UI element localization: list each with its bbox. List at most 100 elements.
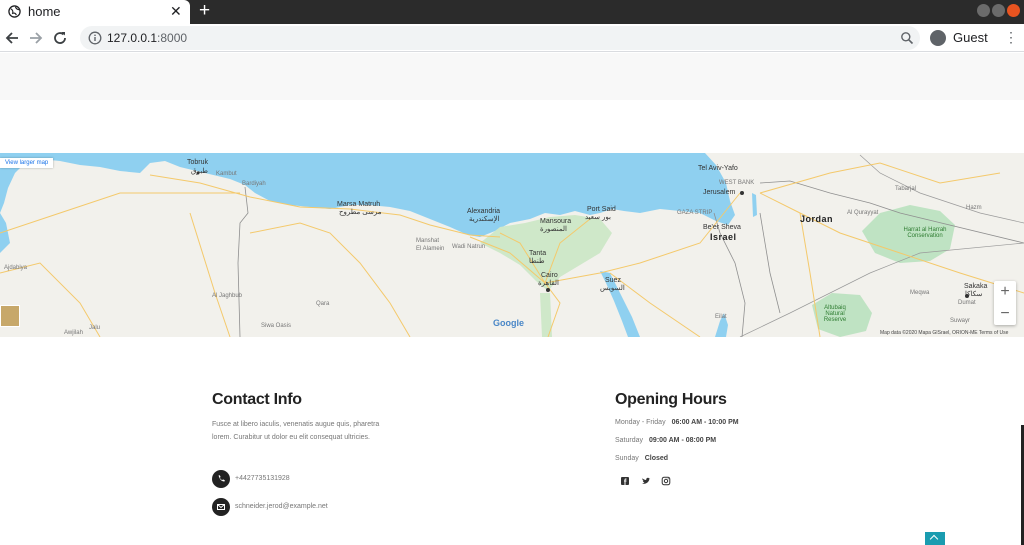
map-label-tel-aviv: Tel Aviv-Yafo bbox=[698, 165, 738, 172]
map-label-manshat: Manshat bbox=[416, 238, 440, 244]
map-label-israel: Israel bbox=[710, 232, 737, 242]
google-logo: Google bbox=[493, 318, 524, 328]
browser-toolbar: 127.0.0.1:8000 Guest ⋮ bbox=[0, 24, 1024, 52]
hours-row: Saturday 09:00 AM - 08:00 PM bbox=[615, 437, 716, 444]
map-label-harrat: Harrat al Harrah Conservation bbox=[903, 227, 947, 239]
guest-avatar-icon bbox=[930, 30, 946, 46]
mediterranean-sea bbox=[0, 153, 735, 237]
map-label-marsa-matruh: Marsa Matruh bbox=[337, 201, 381, 208]
map-label-suez: Suez bbox=[605, 277, 621, 284]
chevron-up-icon bbox=[929, 534, 939, 544]
map-label-suez-ar: السويس bbox=[600, 285, 625, 292]
contact-email[interactable]: schneider.jerod@example.net bbox=[235, 503, 328, 510]
back-arrow-icon[interactable] bbox=[3, 29, 21, 47]
address-bar[interactable]: 127.0.0.1:8000 bbox=[80, 26, 920, 50]
map-label-awjila: Awjilah bbox=[64, 330, 83, 336]
map-label-mansoura-ar: المنصورة bbox=[540, 226, 567, 233]
close-window-button[interactable] bbox=[1007, 4, 1020, 17]
satellite-toggle[interactable] bbox=[0, 305, 20, 327]
libya-egypt-border bbox=[237, 186, 249, 337]
map-label-tobruk: Tobruk bbox=[187, 159, 209, 166]
map-label-bardiyah: Bardiyah bbox=[242, 181, 266, 187]
browser-tab-bar: home ✕ + bbox=[0, 0, 1024, 24]
contact-phone[interactable]: +4427735131928 bbox=[235, 475, 290, 482]
map-label-mansoura: Mansoura bbox=[540, 218, 572, 225]
opening-hours-title: Opening Hours bbox=[615, 391, 727, 408]
map-label-kambut: Kambut bbox=[216, 171, 237, 177]
map-label-tobruk-ar: طبرق bbox=[191, 168, 208, 175]
dead-sea bbox=[752, 193, 757, 217]
top-section-band bbox=[0, 53, 1024, 100]
browser-tab-home[interactable]: home ✕ bbox=[0, 0, 190, 24]
map-label-gaza-strip: GAZA STRIP bbox=[677, 210, 713, 216]
map-label-tanta: Tanta bbox=[529, 250, 547, 257]
contact-about-text: Fusce at libero iaculis, venenatis augue… bbox=[212, 421, 380, 441]
map-label-marsa-matruh-ar: مرسى مطروح bbox=[339, 209, 382, 216]
hours-time: Closed bbox=[644, 455, 669, 462]
new-tab-button[interactable]: + bbox=[199, 0, 210, 22]
map-label-al-jaghbub: Al Jaghbub bbox=[212, 293, 243, 299]
facebook-icon[interactable] bbox=[620, 476, 630, 486]
browser-menu-icon[interactable]: ⋮ bbox=[1004, 29, 1018, 46]
twitter-icon[interactable] bbox=[641, 476, 651, 486]
map-label-sakaka-ar: سكاكا bbox=[965, 291, 983, 298]
libya-roads bbox=[0, 192, 240, 337]
map-label-tabarjal: Tabarjal bbox=[895, 186, 917, 192]
map-label-port-said-ar: بور سعيد bbox=[585, 214, 611, 221]
zoom-out-button[interactable]: − bbox=[994, 303, 1016, 325]
map-label-tanta-ar: طنطا bbox=[529, 258, 545, 265]
map-label-cairo-ar: القاهرة bbox=[538, 280, 559, 287]
map-label-meqwa: Meqwa bbox=[910, 290, 930, 296]
hours-day: Saturday bbox=[615, 437, 644, 444]
map-label-wadi-natrun: Wadi Natrun bbox=[452, 244, 486, 250]
map-label-cairo: Cairo bbox=[541, 272, 558, 279]
forward-arrow-icon[interactable] bbox=[27, 29, 45, 47]
google-map[interactable]: View larger map Tobruk طبرق Kambut Bardi… bbox=[0, 153, 1024, 337]
hours-day: Sunday bbox=[615, 455, 639, 462]
info-icon[interactable] bbox=[88, 31, 102, 45]
reload-icon[interactable] bbox=[51, 29, 69, 47]
hours-day: Monday - Friday bbox=[615, 419, 666, 426]
map-label-dumat: Dumat bbox=[958, 300, 976, 306]
map-label-beer-sheva: Be'er Sheva bbox=[703, 224, 741, 231]
desert-road bbox=[249, 222, 411, 337]
map-label-qara: Qara bbox=[316, 301, 330, 307]
globe-icon bbox=[8, 5, 21, 18]
view-larger-map-link[interactable]: View larger map bbox=[0, 158, 54, 168]
map-label-altubaiq: Altubaiq Natural Reserve bbox=[823, 305, 847, 323]
tab-close-icon[interactable]: ✕ bbox=[170, 3, 182, 20]
maximize-button[interactable] bbox=[992, 4, 1005, 17]
map-label-jerusalem: Jerusalem bbox=[703, 189, 736, 196]
map-label-alexandria-ar: الإسكندرية bbox=[469, 216, 500, 223]
map-canvas bbox=[0, 153, 1024, 337]
envelope-icon bbox=[212, 498, 230, 516]
map-label-eilat: Eilat bbox=[715, 314, 727, 320]
map-label-al-qurayyat: Al Qurayyat bbox=[847, 210, 879, 216]
hours-row: Monday - Friday 06:00 AM - 10:00 PM bbox=[615, 419, 739, 426]
tab-title: home bbox=[28, 4, 61, 19]
map-label-el-alamein: El Alamein bbox=[416, 246, 445, 252]
phone-icon bbox=[212, 470, 230, 488]
minimize-button[interactable] bbox=[977, 4, 990, 17]
hours-row: Sunday Closed bbox=[615, 455, 668, 462]
map-label-hazm: Hazm bbox=[966, 205, 982, 211]
hours-time: 06:00 AM - 10:00 PM bbox=[671, 419, 739, 426]
url-text: 127.0.0.1:8000 bbox=[107, 31, 187, 45]
url-host: 127.0.0.1 bbox=[107, 31, 158, 45]
map-label-port-said: Port Said bbox=[587, 206, 616, 213]
map-label-alexandria: Alexandria bbox=[467, 208, 501, 215]
map-attribution[interactable]: Map data ©2020 Mapa GISrael, ORION-ME Te… bbox=[880, 330, 1008, 336]
hours-time: 09:00 AM - 08:00 PM bbox=[649, 437, 717, 444]
map-zoom-control: + − bbox=[994, 281, 1016, 325]
zoom-in-button[interactable]: + bbox=[994, 281, 1016, 303]
profile-label: Guest bbox=[953, 30, 988, 45]
map-label-siwa: Siwa Oasis bbox=[261, 323, 292, 329]
scroll-to-top-button[interactable] bbox=[925, 532, 945, 545]
instagram-icon[interactable] bbox=[661, 476, 671, 486]
map-label-suwayr: Suwayr bbox=[950, 318, 971, 324]
map-label-west-bank: WEST BANK bbox=[719, 180, 755, 186]
map-label-ajdabiya: Ajdabiya bbox=[4, 265, 28, 271]
contact-info-title: Contact Info bbox=[212, 391, 302, 408]
zoom-magnifier-icon[interactable] bbox=[900, 31, 914, 45]
map-label-sakaka: Sakaka bbox=[964, 283, 988, 290]
